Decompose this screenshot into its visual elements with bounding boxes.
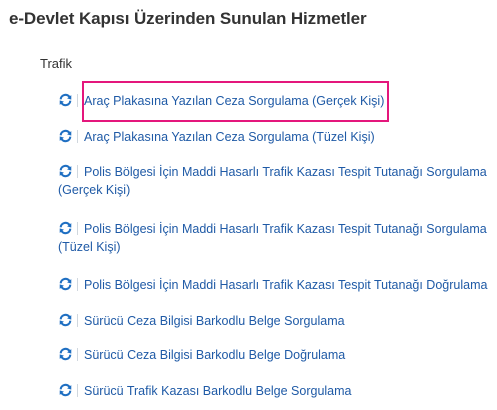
service-item: Sürücü Ceza Bilgisi Barkodlu Belge Sorgu… (58, 312, 490, 330)
separator (77, 384, 78, 397)
service-label: Polis Bölgesi İçin Maddi Hasarlı Trafik … (58, 222, 487, 254)
service-link-kaza-tutanak-sorgulama-gercek[interactable]: Polis Bölgesi İçin Maddi Hasarlı Trafik … (58, 163, 490, 199)
page-title: e-Devlet Kapısı Üzerinden Sunulan Hizmet… (9, 9, 367, 28)
separator (77, 314, 78, 327)
service-label: Polis Bölgesi İçin Maddi Hasarlı Trafik … (58, 165, 487, 197)
separator (77, 278, 78, 291)
service-link-surucu-ceza-sorgulama[interactable]: Sürücü Ceza Bilgisi Barkodlu Belge Sorgu… (58, 312, 490, 330)
service-label: Sürücü Trafik Kazası Barkodlu Belge Sorg… (84, 384, 352, 398)
service-label: Polis Bölgesi İçin Maddi Hasarlı Trafik … (84, 278, 488, 292)
service-item: Sürücü Trafik Kazası Barkodlu Belge Sorg… (58, 382, 490, 400)
service-link-arac-ceza-tuzel[interactable]: Araç Plakasına Yazılan Ceza Sorgulama (T… (58, 128, 490, 146)
service-label: Araç Plakasına Yazılan Ceza Sorgulama (T… (84, 130, 375, 144)
separator (77, 94, 78, 107)
service-link-surucu-ceza-dogrulama[interactable]: Sürücü Ceza Bilgisi Barkodlu Belge Doğru… (58, 346, 490, 364)
service-item: Polis Bölgesi İçin Maddi Hasarlı Trafik … (58, 163, 490, 199)
refresh-icon (59, 93, 72, 107)
category-label-trafik: Trafik (40, 56, 73, 71)
refresh-icon (59, 347, 72, 361)
separator (77, 348, 78, 361)
refresh-icon (59, 383, 72, 397)
service-item: Sürücü Ceza Bilgisi Barkodlu Belge Doğru… (58, 346, 490, 364)
service-label: Araç Plakasına Yazılan Ceza Sorgulama (G… (84, 94, 385, 108)
refresh-icon (59, 221, 72, 235)
service-item: Araç Plakasına Yazılan Ceza Sorgulama (T… (58, 128, 490, 146)
refresh-icon (59, 277, 72, 291)
refresh-icon (59, 313, 72, 327)
refresh-icon (59, 164, 72, 178)
separator (77, 130, 78, 143)
service-link-kaza-tutanak-dogrulama[interactable]: Polis Bölgesi İçin Maddi Hasarlı Trafik … (58, 276, 490, 294)
separator (77, 165, 78, 178)
service-label: Sürücü Ceza Bilgisi Barkodlu Belge Sorgu… (84, 314, 345, 328)
service-link-kaza-tutanak-sorgulama-tuzel[interactable]: Polis Bölgesi İçin Maddi Hasarlı Trafik … (58, 220, 490, 256)
service-label: Sürücü Ceza Bilgisi Barkodlu Belge Doğru… (84, 348, 346, 362)
service-item: Polis Bölgesi İçin Maddi Hasarlı Trafik … (58, 276, 490, 294)
service-item: Araç Plakasına Yazılan Ceza Sorgulama (G… (58, 92, 490, 110)
service-item: Polis Bölgesi İçin Maddi Hasarlı Trafik … (58, 220, 490, 256)
separator (77, 222, 78, 235)
service-link-arac-ceza-gercek[interactable]: Araç Plakasına Yazılan Ceza Sorgulama (G… (58, 92, 490, 110)
service-link-surucu-kaza-sorgulama[interactable]: Sürücü Trafik Kazası Barkodlu Belge Sorg… (58, 382, 490, 400)
refresh-icon (59, 129, 72, 143)
